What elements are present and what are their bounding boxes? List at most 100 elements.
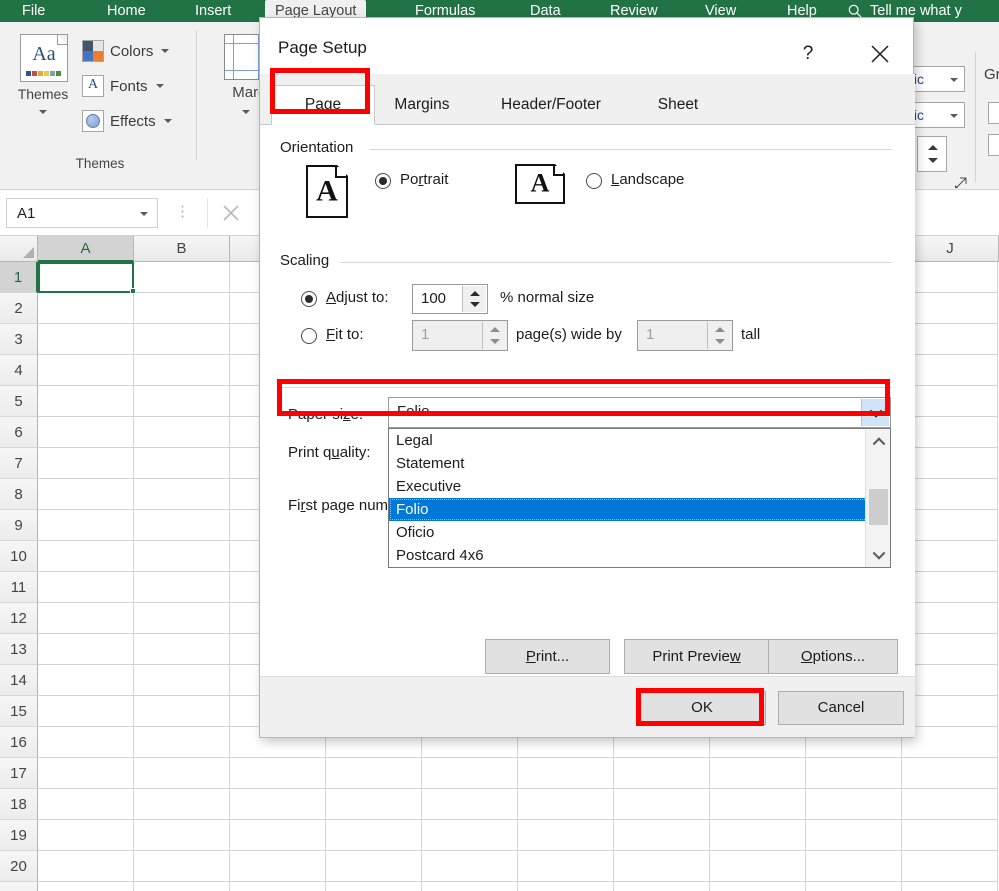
grid-cell[interactable] — [134, 665, 230, 696]
grid-cell[interactable] — [902, 603, 998, 634]
theme-effects-button[interactable]: Effects — [82, 110, 172, 132]
grid-cell[interactable] — [806, 789, 902, 820]
gridlines-view-checkbox[interactable] — [988, 102, 999, 124]
fit-to-tall-spinner[interactable] — [707, 322, 731, 349]
grid-cell[interactable] — [422, 820, 518, 851]
row-header-13[interactable]: 13 — [0, 634, 38, 665]
grid-cell[interactable] — [902, 510, 998, 541]
grid-cell[interactable] — [38, 820, 134, 851]
spinner-down-icon[interactable] — [490, 339, 500, 344]
dropdown-scrollbar[interactable] — [865, 429, 890, 567]
grid-cell[interactable] — [806, 758, 902, 789]
dialog-launcher-icon[interactable] — [955, 177, 967, 189]
grid-cell[interactable] — [710, 758, 806, 789]
scale-percent-spinner[interactable] — [917, 136, 947, 172]
themes-button[interactable]: Aa Themes — [12, 34, 74, 144]
portrait-page-icon[interactable]: A — [306, 165, 348, 218]
column-header-b[interactable]: B — [134, 236, 230, 262]
cancel-button[interactable]: Cancel — [778, 691, 904, 725]
grid-cell[interactable] — [38, 665, 134, 696]
grid-cell[interactable] — [518, 882, 614, 891]
fit-to-wide-input[interactable]: 1 — [412, 320, 508, 351]
grid-cell[interactable] — [38, 882, 134, 891]
grid-cell[interactable] — [38, 789, 134, 820]
scrollbar-thumb[interactable] — [869, 489, 888, 525]
tab-page[interactable]: Page — [271, 85, 375, 125]
row-header-15[interactable]: 15 — [0, 696, 38, 727]
chevron-down-icon[interactable] — [163, 119, 172, 123]
row-header-5[interactable]: 5 — [0, 386, 38, 417]
grid-cell[interactable] — [614, 789, 710, 820]
active-cell-a1[interactable] — [38, 262, 134, 293]
grid-cell[interactable] — [38, 479, 134, 510]
dropdown-option-legal[interactable]: Legal — [389, 429, 890, 452]
grid-cell[interactable] — [422, 882, 518, 891]
grid-cell[interactable] — [518, 820, 614, 851]
grid-cell[interactable] — [710, 789, 806, 820]
row-header-7[interactable]: 7 — [0, 448, 38, 479]
chevron-down-icon[interactable] — [950, 78, 958, 82]
grid-cell[interactable] — [38, 355, 134, 386]
grid-cell[interactable] — [230, 789, 326, 820]
grid-cell[interactable] — [134, 479, 230, 510]
grid-cell[interactable] — [134, 324, 230, 355]
grid-cell[interactable] — [902, 727, 998, 758]
tab-header-footer[interactable]: Header/Footer — [469, 85, 633, 125]
grid-cell[interactable] — [902, 386, 998, 417]
grid-cell[interactable] — [518, 789, 614, 820]
grid-cell[interactable] — [518, 758, 614, 789]
grid-cell[interactable] — [902, 696, 998, 727]
grid-cell[interactable] — [38, 758, 134, 789]
options-button[interactable]: Options... — [768, 639, 898, 674]
grid-cell[interactable] — [38, 634, 134, 665]
help-button[interactable]: ? — [790, 40, 826, 68]
grid-cell[interactable] — [902, 262, 998, 293]
grid-cell[interactable] — [38, 851, 134, 882]
grid-cell[interactable] — [614, 820, 710, 851]
row-header-19[interactable]: 19 — [0, 820, 38, 851]
grid-cell[interactable] — [134, 820, 230, 851]
ribbon-tab-file[interactable]: File — [12, 0, 55, 22]
grid-cell[interactable] — [326, 758, 422, 789]
tab-sheet[interactable]: Sheet — [633, 85, 723, 125]
adjust-to-radio[interactable] — [301, 291, 317, 307]
grid-cell[interactable] — [518, 851, 614, 882]
grid-cell[interactable] — [134, 541, 230, 572]
grid-cell[interactable] — [38, 448, 134, 479]
grid-cell[interactable] — [38, 293, 134, 324]
grid-cell[interactable] — [710, 882, 806, 891]
row-header-9[interactable]: 9 — [0, 510, 38, 541]
grid-cell[interactable] — [134, 417, 230, 448]
adjust-to-spinner[interactable] — [462, 286, 486, 312]
row-header-16[interactable]: 16 — [0, 727, 38, 758]
row-header-6[interactable]: 6 — [0, 417, 38, 448]
chevron-down-icon[interactable] — [39, 110, 47, 114]
spinner-up-icon[interactable] — [928, 145, 938, 150]
grid-cell[interactable] — [902, 820, 998, 851]
spinner-up-icon[interactable] — [470, 291, 480, 296]
scroll-up-button[interactable] — [866, 429, 891, 454]
paper-size-dropdown-arrow[interactable] — [861, 399, 889, 426]
grid-cell[interactable] — [134, 572, 230, 603]
grid-cell[interactable] — [614, 851, 710, 882]
gridlines-print-checkbox[interactable] — [988, 134, 999, 156]
spinner-up-icon[interactable] — [715, 327, 725, 332]
grid-cell[interactable] — [134, 882, 230, 891]
paper-size-dropdown-list[interactable]: Legal Statement Executive Folio Oficio P… — [388, 428, 891, 568]
scroll-down-button[interactable] — [866, 542, 891, 567]
row-header-3[interactable]: 3 — [0, 324, 38, 355]
chevron-down-icon[interactable] — [161, 49, 170, 53]
grid-cell[interactable] — [902, 572, 998, 603]
grid-cell[interactable] — [902, 634, 998, 665]
grid-cell[interactable] — [134, 510, 230, 541]
chevron-down-icon[interactable] — [140, 212, 148, 216]
grid-cell[interactable] — [38, 417, 134, 448]
grid-cell[interactable] — [902, 479, 998, 510]
grid-cell[interactable] — [230, 882, 326, 891]
grid-cell[interactable] — [38, 541, 134, 572]
row-header-10[interactable]: 10 — [0, 541, 38, 572]
grid-cell[interactable] — [422, 851, 518, 882]
landscape-page-icon[interactable]: A — [515, 164, 565, 204]
grid-cell[interactable] — [134, 262, 230, 293]
grid-cell[interactable] — [326, 789, 422, 820]
